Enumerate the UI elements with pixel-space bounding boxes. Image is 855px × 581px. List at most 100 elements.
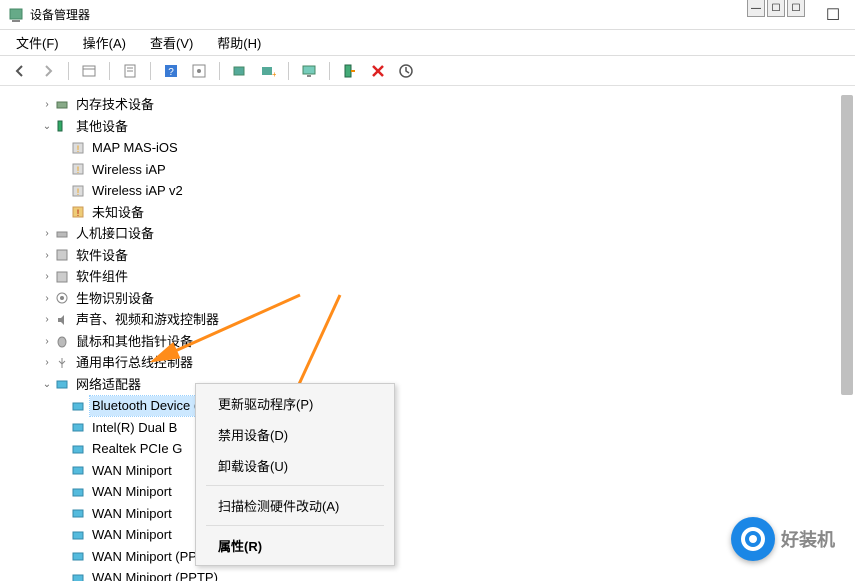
toolbar: ? + bbox=[0, 56, 855, 86]
chevron-right-icon[interactable]: › bbox=[40, 97, 54, 112]
component-icon bbox=[54, 269, 70, 285]
svg-text:+: + bbox=[272, 70, 276, 79]
chevron-right-icon[interactable]: › bbox=[40, 355, 54, 370]
show-hide-button[interactable] bbox=[77, 59, 101, 83]
menu-view[interactable]: 查看(V) bbox=[144, 31, 199, 54]
unknown-icon: ! bbox=[70, 140, 86, 156]
uninstall-button[interactable] bbox=[366, 59, 390, 83]
tree-node-wan2[interactable]: WAN Miniport bbox=[10, 481, 845, 503]
monitor-button[interactable] bbox=[297, 59, 321, 83]
svg-text:!: ! bbox=[77, 187, 80, 197]
ext-icon-1[interactable]: — bbox=[747, 0, 765, 17]
tree-node-wan4[interactable]: WAN Miniport bbox=[10, 524, 845, 546]
svg-text:!: ! bbox=[77, 165, 80, 175]
adapter-icon bbox=[70, 398, 86, 414]
menu-help[interactable]: 帮助(H) bbox=[211, 31, 267, 54]
menubar: 文件(F) 操作(A) 查看(V) 帮助(H) bbox=[0, 30, 855, 56]
back-button[interactable] bbox=[8, 59, 32, 83]
tree-node-usb[interactable]: ›通用串行总线控制器 bbox=[10, 352, 845, 374]
biometric-icon bbox=[54, 290, 70, 306]
adapter-icon bbox=[70, 441, 86, 457]
ctx-properties[interactable]: 属性(R) bbox=[198, 530, 392, 561]
ctx-update-driver[interactable]: 更新驱动程序(P) bbox=[198, 388, 392, 419]
watermark-icon bbox=[731, 517, 775, 561]
tree-node-wan-pppoe[interactable]: WAN Miniport (PPPOE) bbox=[10, 546, 845, 568]
ext-icon-2[interactable]: ☐ bbox=[767, 0, 785, 17]
tree-node-bluetooth-pan[interactable]: Bluetooth Device (Personal Area Network) bbox=[10, 395, 845, 417]
chevron-right-icon[interactable]: › bbox=[40, 334, 54, 349]
forward-button[interactable] bbox=[36, 59, 60, 83]
ctx-scan-hardware[interactable]: 扫描检测硬件改动(A) bbox=[198, 490, 392, 521]
ctx-disable-device[interactable]: 禁用设备(D) bbox=[198, 419, 392, 450]
tree-node-wireless-iap-v2[interactable]: !Wireless iAP v2 bbox=[10, 180, 845, 202]
unknown-icon: ! bbox=[70, 204, 86, 220]
software-icon bbox=[54, 247, 70, 263]
other-icon bbox=[54, 118, 70, 134]
chevron-right-icon[interactable]: › bbox=[40, 291, 54, 306]
watermark-text: 好装机 bbox=[781, 526, 835, 552]
tree-node-other-devices[interactable]: ⌄其他设备 bbox=[10, 116, 845, 138]
add-button[interactable]: + bbox=[256, 59, 280, 83]
tree-node-map-mas[interactable]: !MAP MAS-iOS bbox=[10, 137, 845, 159]
update-button[interactable] bbox=[394, 59, 418, 83]
app-icon bbox=[8, 7, 24, 23]
ext-icon-3[interactable]: ☐ bbox=[787, 0, 805, 17]
tree-node-wireless-iap[interactable]: !Wireless iAP bbox=[10, 159, 845, 181]
chevron-right-icon[interactable]: › bbox=[40, 312, 54, 327]
mouse-icon bbox=[54, 333, 70, 349]
chevron-right-icon[interactable]: › bbox=[40, 248, 54, 263]
adapter-icon bbox=[70, 484, 86, 500]
tree-node-software[interactable]: ›软件设备 bbox=[10, 245, 845, 267]
ctx-separator bbox=[206, 485, 384, 486]
svg-text:!: ! bbox=[77, 144, 80, 154]
enable-button[interactable] bbox=[338, 59, 362, 83]
action-button[interactable] bbox=[187, 59, 211, 83]
tree-node-unknown-device[interactable]: !未知设备 bbox=[10, 202, 845, 224]
chevron-right-icon[interactable]: › bbox=[40, 269, 54, 284]
tree-node-intel[interactable]: Intel(R) Dual B bbox=[10, 417, 845, 439]
network-icon bbox=[54, 376, 70, 392]
adapter-icon bbox=[70, 527, 86, 543]
tree-node-sound[interactable]: ›声音、视频和游戏控制器 bbox=[10, 309, 845, 331]
tree-node-realtek[interactable]: Realtek PCIe G bbox=[10, 438, 845, 460]
chevron-down-icon[interactable]: ⌄ bbox=[40, 377, 54, 392]
ctx-uninstall-device[interactable]: 卸载设备(U) bbox=[198, 450, 392, 481]
maximize-button[interactable]: ☐ bbox=[819, 5, 847, 25]
hid-icon bbox=[54, 226, 70, 242]
external-controls: — ☐ ☐ bbox=[747, 0, 805, 17]
chevron-down-icon[interactable]: ⌄ bbox=[40, 119, 54, 134]
sound-icon bbox=[54, 312, 70, 328]
usb-icon bbox=[54, 355, 70, 371]
tree-node-wan-pptp[interactable]: WAN Miniport (PPTP) bbox=[10, 567, 845, 581]
memory-icon bbox=[54, 97, 70, 113]
properties-button[interactable] bbox=[118, 59, 142, 83]
menu-action[interactable]: 操作(A) bbox=[77, 31, 132, 54]
tree-node-wan1[interactable]: WAN Miniport bbox=[10, 460, 845, 482]
adapter-icon bbox=[70, 548, 86, 564]
tree-node-memory[interactable]: ›内存技术设备 bbox=[10, 94, 845, 116]
device-tree: ›内存技术设备 ⌄其他设备 !MAP MAS-iOS !Wireless iAP… bbox=[0, 86, 855, 581]
svg-text:?: ? bbox=[168, 67, 174, 78]
tree-node-hid[interactable]: ›人机接口设备 bbox=[10, 223, 845, 245]
tree-node-wan3[interactable]: WAN Miniport bbox=[10, 503, 845, 525]
help-button[interactable]: ? bbox=[159, 59, 183, 83]
svg-text:!: ! bbox=[77, 208, 80, 218]
adapter-icon bbox=[70, 570, 86, 581]
scan-button[interactable] bbox=[228, 59, 252, 83]
tree-node-software-components[interactable]: ›软件组件 bbox=[10, 266, 845, 288]
ctx-separator bbox=[206, 525, 384, 526]
unknown-icon: ! bbox=[70, 183, 86, 199]
watermark: 好装机 bbox=[731, 517, 835, 561]
tree-node-mouse[interactable]: ›鼠标和其他指针设备 bbox=[10, 331, 845, 353]
adapter-icon bbox=[70, 462, 86, 478]
adapter-icon bbox=[70, 505, 86, 521]
titlebar: 设备管理器 — ☐ ☐ — ☐ bbox=[0, 0, 855, 30]
unknown-icon: ! bbox=[70, 161, 86, 177]
tree-node-biometric[interactable]: ›生物识别设备 bbox=[10, 288, 845, 310]
window-title: 设备管理器 bbox=[30, 6, 783, 23]
adapter-icon bbox=[70, 419, 86, 435]
tree-node-network-adapters[interactable]: ⌄网络适配器 bbox=[10, 374, 845, 396]
chevron-right-icon[interactable]: › bbox=[40, 226, 54, 241]
scrollbar[interactable] bbox=[841, 95, 853, 395]
menu-file[interactable]: 文件(F) bbox=[10, 31, 65, 54]
